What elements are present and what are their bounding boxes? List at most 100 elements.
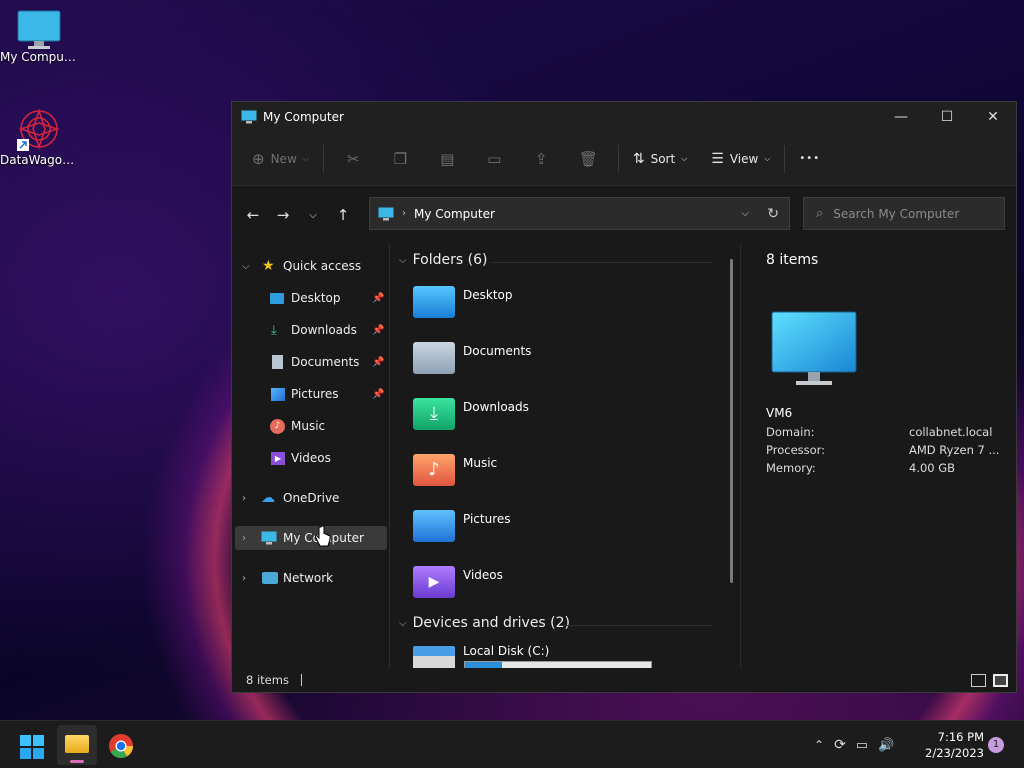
active-indicator xyxy=(70,760,84,763)
share-button[interactable]: ⇪ xyxy=(518,144,565,174)
group-header-folders[interactable]: ⌵ Folders (6) xyxy=(399,252,487,268)
sidebar-item-quick-access[interactable]: ⌵ ★ Quick access xyxy=(232,254,388,278)
sidebar-item-downloads[interactable]: ⤓ Downloads 📌 xyxy=(232,318,388,342)
toolbar-divider xyxy=(322,144,324,173)
more-options-button[interactable]: ••• xyxy=(791,147,828,170)
sync-alert-icon[interactable]: ⟳ xyxy=(834,737,846,753)
folder-name: Music xyxy=(463,456,498,470)
taskbar-chrome[interactable] xyxy=(108,733,134,759)
taskbar-file-explorer[interactable] xyxy=(57,725,97,765)
sidebar-item-label: OneDrive xyxy=(283,491,340,505)
sidebar-item-videos[interactable]: ▶ Videos xyxy=(232,446,388,470)
sidebar-item-music[interactable]: ♪ Music xyxy=(232,414,388,438)
sort-label: Sort xyxy=(650,151,676,166)
details-domain-value: collabnet.local xyxy=(909,425,993,439)
windows-logo-icon xyxy=(20,735,44,759)
address-bar[interactable]: › My Computer ⌵ ↻ xyxy=(369,197,790,230)
drive-item-local-disk[interactable]: Local Disk (C:) xyxy=(411,640,711,669)
back-button[interactable]: ← xyxy=(238,206,268,224)
minimize-button[interactable]: — xyxy=(878,102,924,132)
details-item-count: 8 items xyxy=(766,252,819,268)
sort-button[interactable]: ⇅ Sort ⌵ xyxy=(625,145,695,173)
address-dropdown-button[interactable]: ⌵ xyxy=(741,208,749,219)
sidebar-item-pictures[interactable]: Pictures 📌 xyxy=(232,382,388,406)
view-list-icon: ☰ xyxy=(711,150,724,167)
sidebar-item-network[interactable]: › Network xyxy=(232,566,388,590)
folder-item-documents[interactable]: Documents xyxy=(411,340,711,390)
sidebar-item-my-computer[interactable]: › My Computer xyxy=(235,526,387,550)
chevron-right-icon: › xyxy=(242,572,246,584)
desktop-icon-datawagon[interactable]: DataWagon... xyxy=(0,107,78,167)
desktop-folder-icon xyxy=(413,286,455,318)
chevron-down-icon: ⌵ xyxy=(764,153,771,163)
group-label: Folders (6) xyxy=(412,252,488,268)
window-title: My Computer xyxy=(263,110,344,124)
view-button[interactable]: ☰ View ⌵ xyxy=(703,145,778,173)
maximize-button[interactable]: ☐ xyxy=(924,102,970,132)
command-bar: ⊕ New ⌵ ✂ ❐ ▤ ▭ ⇪ 🗑 ⇅ Sort ⌵ ☰ View ⌵ ••… xyxy=(232,132,1016,186)
folder-name: Videos xyxy=(463,568,503,582)
rename-button[interactable]: ▭ xyxy=(471,144,518,174)
sidebar-item-label: Desktop xyxy=(291,291,341,305)
up-button[interactable]: ↑ xyxy=(328,206,358,224)
group-header-devices[interactable]: ⌵ Devices and drives (2) xyxy=(399,615,570,631)
close-button[interactable]: ✕ xyxy=(970,102,1016,132)
folder-item-music[interactable]: ♪ Music xyxy=(411,452,711,502)
details-domain-label: Domain: xyxy=(766,425,815,439)
new-button[interactable]: ⊕ New ⌵ xyxy=(244,144,317,174)
paste-button[interactable]: ▤ xyxy=(424,144,471,174)
show-hidden-icons-button[interactable]: ⌃ xyxy=(814,738,824,752)
video-icon: ▶ xyxy=(271,451,285,465)
explorer-window: My Computer — ☐ ✕ ⊕ New ⌵ ✂ ❐ ▤ ▭ ⇪ 🗑 ⇅ … xyxy=(231,101,1017,693)
folder-item-pictures[interactable]: Pictures xyxy=(411,508,711,558)
start-button[interactable] xyxy=(20,735,44,759)
sidebar-item-label: Pictures xyxy=(291,387,339,401)
refresh-button[interactable]: ↻ xyxy=(767,206,779,222)
music-folder-icon: ♪ xyxy=(413,454,455,486)
status-divider xyxy=(300,674,302,686)
recent-locations-button[interactable]: ⌵ xyxy=(298,210,328,221)
datawagon-logo-icon xyxy=(17,108,60,151)
group-divider xyxy=(491,262,713,263)
volume-icon[interactable]: 🔊 xyxy=(878,738,894,753)
folder-item-desktop[interactable]: Desktop xyxy=(411,284,711,334)
breadcrumb[interactable]: My Computer xyxy=(414,207,495,221)
toolbar-divider xyxy=(784,144,786,173)
chevron-down-icon: ⌵ xyxy=(309,209,317,221)
tiles-view-button[interactable] xyxy=(993,673,1008,687)
chevron-down-icon: ⌵ xyxy=(399,617,407,629)
search-input[interactable]: ⌕ Search My Computer xyxy=(803,197,1005,230)
cut-button[interactable]: ✂ xyxy=(330,144,377,174)
details-processor-label: Processor: xyxy=(766,443,826,457)
sidebar-item-label: Quick access xyxy=(283,259,362,273)
sidebar-item-documents[interactable]: Documents 📌 xyxy=(232,350,388,374)
status-bar: 8 items xyxy=(232,668,1016,692)
sidebar-item-label: Music xyxy=(291,419,326,433)
notification-badge[interactable]: 1 xyxy=(988,737,1004,753)
folder-item-downloads[interactable]: ⤓ Downloads xyxy=(411,396,711,446)
folder-item-videos[interactable]: ▶ Videos xyxy=(411,564,711,614)
drive-icon xyxy=(413,646,455,669)
group-divider xyxy=(561,625,713,626)
copy-icon: ❐ xyxy=(393,149,408,168)
sidebar-item-desktop[interactable]: Desktop 📌 xyxy=(232,286,388,310)
details-memory-label: Memory: xyxy=(766,461,816,475)
network-status-icon[interactable]: ▭ xyxy=(856,738,868,753)
vertical-scrollbar[interactable] xyxy=(730,259,733,583)
clock[interactable]: 7:16 PM 2/23/2023 xyxy=(914,729,984,761)
search-placeholder: Search My Computer xyxy=(833,206,960,221)
copy-button[interactable]: ❐ xyxy=(377,144,424,174)
title-bar[interactable]: My Computer — ☐ ✕ xyxy=(232,102,1016,132)
sidebar-item-onedrive[interactable]: › ☁ OneDrive xyxy=(232,486,388,510)
chevron-down-icon: ⌵ xyxy=(242,260,250,272)
pin-icon: 📌 xyxy=(372,388,385,400)
content-pane: ⌵ Folders (6) Desktop Documents ⤓ Downlo… xyxy=(391,244,739,669)
desktop-icon-label: My Computer xyxy=(0,50,78,64)
delete-button[interactable]: 🗑 xyxy=(565,144,612,174)
details-pane: 8 items VM6 Domain: collabnet.local Proc… xyxy=(740,244,1016,669)
toolbar-divider xyxy=(617,144,619,173)
sidebar-item-label: Documents xyxy=(291,355,360,369)
forward-button[interactable]: → xyxy=(268,206,298,224)
desktop-icon-my-computer[interactable]: My Computer xyxy=(0,10,78,64)
details-view-button[interactable] xyxy=(971,673,986,687)
